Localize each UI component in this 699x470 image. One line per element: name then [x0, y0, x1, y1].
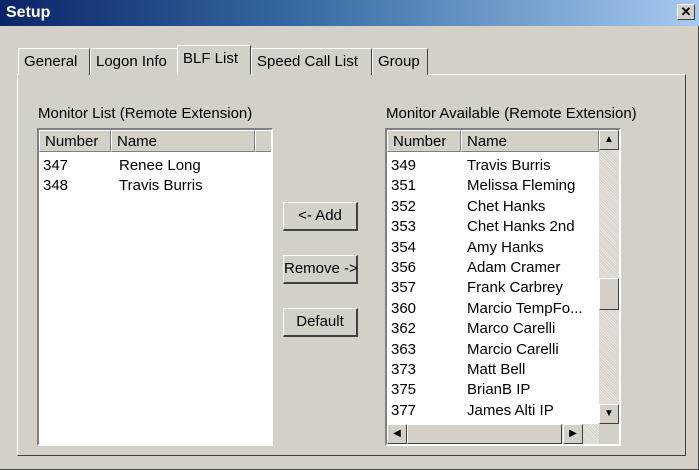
- item-number: 348: [43, 177, 69, 194]
- scroll-thumb[interactable]: [599, 278, 619, 310]
- monitor-available-header: Number Name: [387, 130, 619, 152]
- list-item[interactable]: 348 Travis Burris: [39, 176, 271, 196]
- item-name: Travis Burris: [467, 157, 551, 174]
- horizontal-scrollbar[interactable]: ◀ ▶: [387, 424, 599, 444]
- list-item[interactable]: 356 Adam Cramer: [387, 258, 599, 278]
- scroll-down-button[interactable]: ▼: [599, 404, 619, 424]
- tab-blf-list[interactable]: BLF List: [177, 45, 251, 75]
- horizontal-scroll-thumb[interactable]: [407, 424, 562, 444]
- item-name: James Alti IP: [467, 401, 554, 419]
- item-name: Frank Carbrey: [467, 279, 563, 297]
- item-name: Marco Carelli: [467, 320, 556, 338]
- column-filler: [255, 130, 271, 152]
- item-number: 347: [43, 157, 69, 174]
- close-button[interactable]: ✕: [677, 4, 695, 20]
- tab-group[interactable]: Group: [372, 48, 428, 75]
- tab-general[interactable]: General: [18, 48, 90, 75]
- column-name[interactable]: Name: [111, 130, 255, 152]
- item-name: Matt Bell: [467, 361, 526, 378]
- column-number[interactable]: Number: [39, 130, 111, 152]
- scroll-left-button[interactable]: ◀: [387, 424, 407, 444]
- list-item[interactable]: 373 Matt Bell: [387, 360, 599, 380]
- scroll-up-button[interactable]: ▲: [599, 130, 619, 150]
- arrow-up-icon: ▲: [604, 134, 614, 145]
- arrow-right-icon: ▶: [569, 428, 577, 439]
- item-name: Travis Burris: [119, 177, 203, 194]
- list-item[interactable]: 351 Melissa Fleming: [387, 176, 599, 196]
- add-button[interactable]: <- Add: [283, 202, 358, 231]
- list-item[interactable]: 362 Marco Carelli: [387, 319, 599, 339]
- item-number: 356: [391, 259, 417, 276]
- window-title: Setup: [6, 4, 51, 21]
- monitor-list[interactable]: Number Name 347 Renee Long 348 Travis Bu…: [37, 128, 273, 446]
- item-number: 373: [391, 361, 417, 378]
- item-number: 352: [391, 197, 417, 215]
- remove-button[interactable]: Remove ->: [283, 255, 358, 284]
- monitor-list-header: Number Name: [39, 130, 271, 152]
- item-name: Renee Long: [119, 157, 201, 174]
- list-item[interactable]: 363 Marcio Carelli: [387, 340, 599, 360]
- item-name: Melissa Fleming: [467, 177, 576, 195]
- item-name: Chet Hanks: [467, 197, 546, 215]
- column-number[interactable]: Number: [387, 130, 461, 152]
- list-item[interactable]: 357 Frank Carbrey: [387, 278, 599, 298]
- item-number: 360: [391, 299, 417, 317]
- list-item[interactable]: 352 Chet Hanks: [387, 197, 599, 217]
- list-item[interactable]: 353 Chet Hanks 2nd: [387, 217, 599, 237]
- scroll-corner: [599, 424, 619, 444]
- item-name: BrianB IP: [467, 381, 531, 399]
- arrow-down-icon: ▼: [604, 408, 614, 419]
- monitor-available-list[interactable]: Number Name 349 Travis Burris 351 Melissa F…: [385, 128, 621, 446]
- item-number: 354: [391, 238, 417, 256]
- item-name: Marcio Carelli: [467, 340, 559, 358]
- column-name[interactable]: Name: [461, 130, 599, 152]
- monitor-list-label: Monitor List (Remote Extension): [38, 105, 253, 122]
- list-item[interactable]: 354 Amy Hanks: [387, 238, 599, 258]
- item-number: 357: [391, 279, 417, 297]
- close-icon: ✕: [680, 4, 692, 19]
- item-name: Adam Cramer: [467, 259, 561, 276]
- setup-dialog: Setup ✕ General Logon Info BLF List Spee…: [0, 0, 699, 470]
- monitor-available-label: Monitor Available (Remote Extension): [386, 105, 637, 122]
- list-item[interactable]: 349 Travis Burris: [387, 156, 599, 176]
- tab-logon-info[interactable]: Logon Info: [90, 48, 178, 75]
- title-bar[interactable]: Setup ✕: [0, 0, 699, 26]
- list-item[interactable]: 375 BrianB IP: [387, 380, 599, 400]
- vertical-scrollbar[interactable]: ▲ ▼: [599, 130, 619, 424]
- item-number: 362: [391, 320, 417, 338]
- item-number: 375: [391, 381, 417, 399]
- item-number: 363: [391, 340, 417, 358]
- arrow-left-icon: ◀: [393, 428, 401, 439]
- scroll-right-button[interactable]: ▶: [563, 424, 583, 444]
- item-name: Amy Hanks: [467, 238, 544, 256]
- item-number: 349: [391, 157, 417, 174]
- tab-speed-call-list[interactable]: Speed Call List: [251, 48, 372, 75]
- item-number: 351: [391, 177, 417, 195]
- list-item[interactable]: 347 Renee Long: [39, 156, 271, 176]
- item-number: 377: [391, 401, 417, 419]
- item-name: Chet Hanks 2nd: [467, 218, 575, 236]
- list-item[interactable]: 360 Marcio TempFo...: [387, 299, 599, 319]
- item-number: 353: [391, 218, 417, 236]
- list-item[interactable]: 377 James Alti IP: [387, 401, 599, 421]
- item-name: Marcio TempFo...: [467, 299, 583, 317]
- default-button[interactable]: Default: [283, 308, 358, 337]
